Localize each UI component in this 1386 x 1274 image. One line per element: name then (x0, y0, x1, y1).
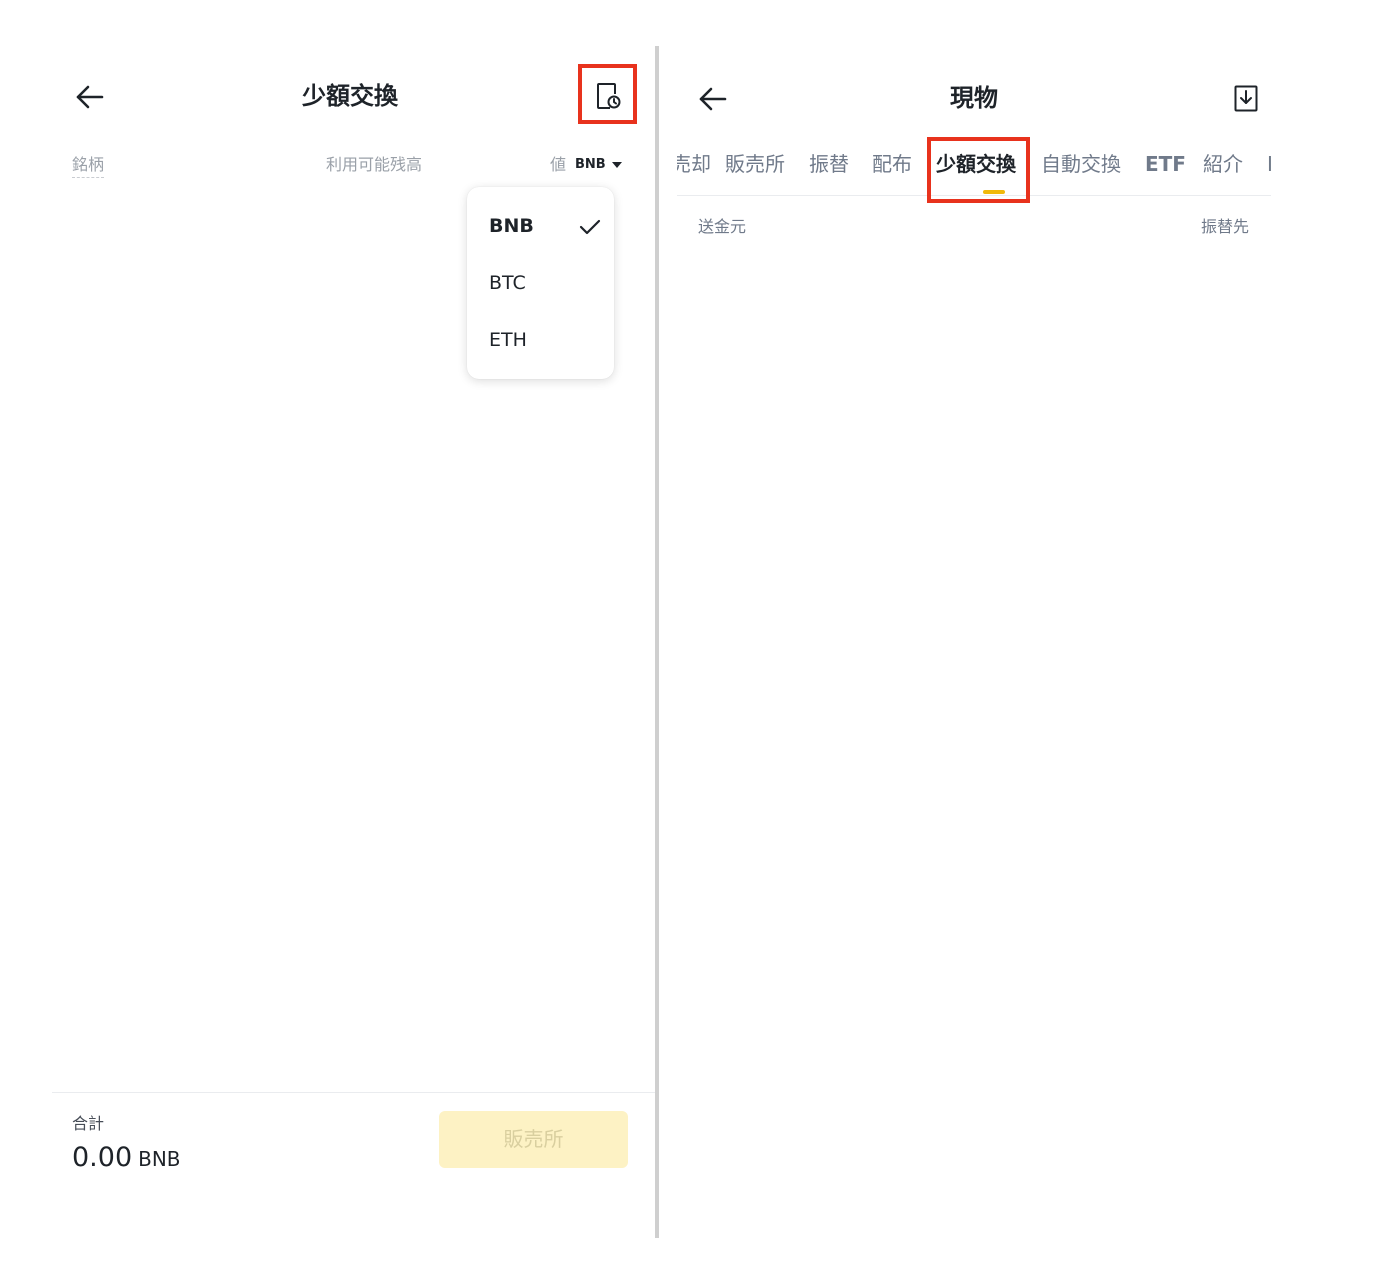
value-unit-label: BNB (575, 157, 606, 172)
tab-more[interactable]: I (1267, 150, 1271, 178)
total-label: 合計 (72, 1114, 105, 1133)
column-header-to: 振替先 (1201, 217, 1250, 236)
total-amount: 0.00 (72, 1142, 133, 1173)
sell-button[interactable]: 販売所 (439, 1111, 628, 1168)
value-unit-select[interactable]: BNB (575, 155, 622, 175)
tab-distribution[interactable]: 配布 (872, 150, 912, 178)
tab-transfer[interactable]: 振替 (809, 150, 849, 178)
dust-convert-screen: 少額交換 銘柄 利用可能残高 値 BNB BNB BTC ETH 合計 0.00… (0, 0, 655, 1274)
tab-dust-convert[interactable]: 少額交換 (936, 150, 1016, 178)
column-header-value: 値 (550, 155, 567, 174)
history-button[interactable] (578, 64, 637, 124)
column-header-symbol[interactable]: 銘柄 (72, 153, 105, 178)
value-unit-dropdown: BNB BTC ETH (467, 187, 614, 379)
total-unit: BNB (138, 1147, 181, 1171)
screenshot-canvas: 少額交換 銘柄 利用可能残高 値 BNB BNB BTC ETH 合計 0.00… (0, 0, 1386, 1274)
back-arrow-icon[interactable] (75, 84, 105, 110)
check-icon (579, 219, 601, 235)
history-icon (597, 83, 621, 109)
active-tab-indicator (983, 190, 1005, 194)
spot-history-screen: 現物 売却 販売所 振替 配布 少額交換 自動交換 ETF 紹介 I 送金元 振… (659, 0, 1386, 1274)
footer-divider (52, 1092, 655, 1093)
caret-down-icon (611, 162, 622, 168)
tab-sell[interactable]: 売却 (677, 150, 711, 178)
dropdown-option-btc[interactable]: BTC (489, 268, 601, 298)
download-icon[interactable] (1234, 85, 1258, 112)
history-tabs: 売却 販売所 振替 配布 少額交換 自動交換 ETF 紹介 I (677, 140, 1271, 196)
tab-etf[interactable]: ETF (1145, 150, 1186, 178)
tab-convert[interactable]: 販売所 (725, 150, 785, 178)
page-title: 現物 (950, 84, 998, 112)
column-header-available: 利用可能残高 (326, 155, 423, 174)
column-header-from: 送金元 (698, 217, 747, 236)
dropdown-option-eth[interactable]: ETH (489, 325, 601, 355)
total-value: 0.00 BNB (72, 1140, 181, 1179)
tab-auto-invest[interactable]: 自動交換 (1041, 150, 1121, 178)
tab-referral[interactable]: 紹介 (1203, 150, 1243, 178)
back-arrow-icon[interactable] (698, 86, 728, 112)
page-title: 少額交換 (302, 82, 398, 110)
